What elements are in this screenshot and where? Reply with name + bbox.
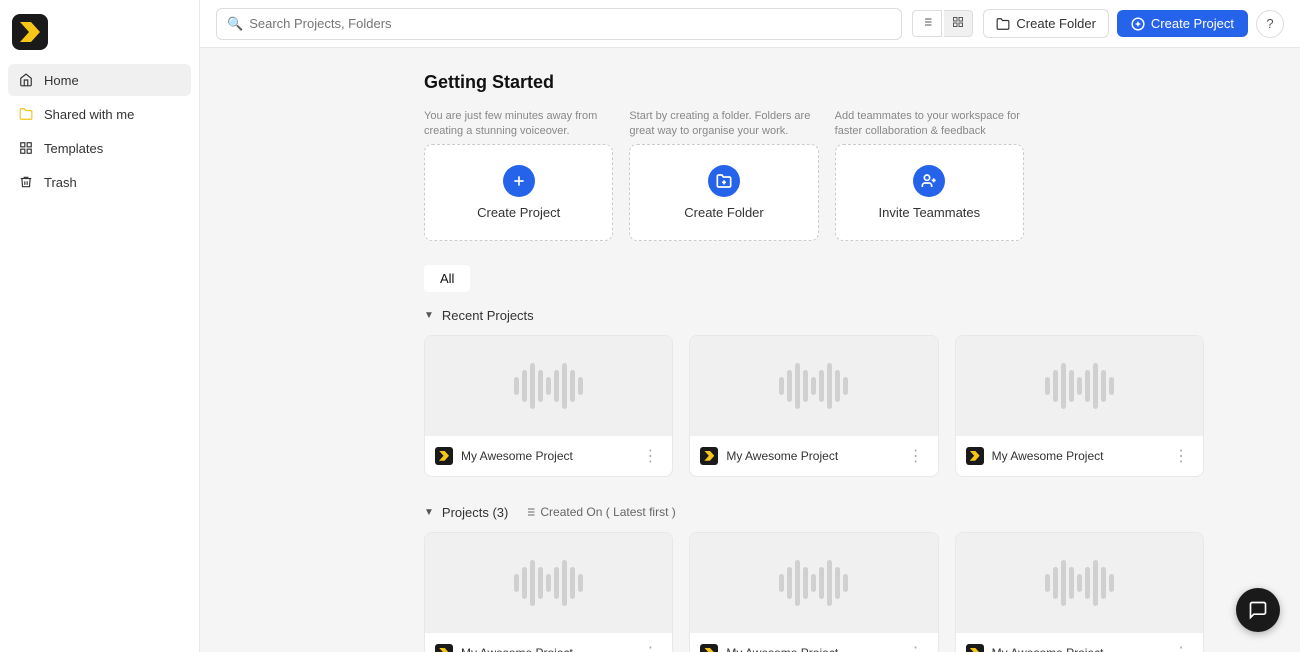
- chat-button[interactable]: [1236, 588, 1280, 632]
- create-project-button[interactable]: Create Project: [1117, 10, 1248, 37]
- recent-projects-label: Recent Projects: [442, 308, 534, 323]
- projects-section-label: Projects (3): [442, 505, 508, 520]
- table-row: My Awesome Project ⋮: [955, 335, 1204, 477]
- sidebar-item-home[interactable]: Home: [8, 64, 191, 96]
- gs-create-project-icon: [503, 165, 535, 197]
- project-name: My Awesome Project: [726, 449, 895, 463]
- waveform-icon: [514, 563, 583, 603]
- sidebar: Home Shared with me Templates Trash: [0, 0, 200, 652]
- tab-bar: All: [424, 265, 1276, 292]
- table-row: My Awesome Project ⋮: [689, 532, 938, 652]
- topbar-right: Create Folder Create Project ?: [983, 9, 1284, 38]
- project-logo: [966, 447, 984, 465]
- gs-desc-col-0: You are just few minutes away from creat…: [424, 109, 613, 140]
- gs-create-folder-card[interactable]: Create Folder: [629, 144, 818, 241]
- sidebar-item-templates[interactable]: Templates: [8, 132, 191, 164]
- projects-section-header: ▼ Projects (3) Created On ( Latest first…: [424, 505, 1276, 520]
- project-thumbnail: [956, 533, 1203, 633]
- project-name: My Awesome Project: [461, 646, 630, 652]
- recent-projects-section: ▼ Recent Projects: [424, 308, 1276, 477]
- project-more-button[interactable]: ⋮: [904, 444, 928, 468]
- templates-icon: [18, 140, 34, 156]
- project-more-button[interactable]: ⋮: [638, 444, 662, 468]
- sidebar-item-shared[interactable]: Shared with me: [8, 98, 191, 130]
- sort-button[interactable]: Created On ( Latest first ): [524, 505, 675, 519]
- project-logo: [700, 644, 718, 652]
- sidebar-item-shared-label: Shared with me: [44, 107, 134, 122]
- gs-desc-col-2: Add teammates to your workspace for fast…: [835, 109, 1024, 140]
- home-icon: [18, 72, 34, 88]
- gs-desc-col-1: Start by creating a folder. Folders are …: [629, 109, 818, 140]
- search-input[interactable]: [249, 16, 891, 31]
- sort-label: Created On ( Latest first ): [540, 505, 675, 519]
- gs-create-folder-icon: [708, 165, 740, 197]
- project-name: My Awesome Project: [992, 646, 1161, 652]
- shared-icon: [18, 106, 34, 122]
- waveform-icon: [1045, 366, 1114, 406]
- projects-grid: My Awesome Project ⋮: [424, 532, 1204, 652]
- sidebar-item-trash[interactable]: Trash: [8, 166, 191, 198]
- list-view-button[interactable]: [912, 10, 942, 37]
- waveform-icon: [779, 563, 848, 603]
- getting-started-title: Getting Started: [424, 72, 1276, 93]
- project-thumbnail: [425, 336, 672, 436]
- grid-view-button[interactable]: [944, 10, 973, 37]
- sidebar-item-templates-label: Templates: [44, 141, 103, 156]
- topbar: 🔍 Create Folder Create Project ?: [200, 0, 1300, 48]
- sidebar-item-trash-label: Trash: [44, 175, 77, 190]
- project-thumbnail: [690, 533, 937, 633]
- projects-chevron: ▼: [424, 507, 434, 518]
- gs-invite-label: Invite Teammates: [879, 205, 981, 220]
- app-logo: [12, 14, 48, 50]
- project-thumbnail: [690, 336, 937, 436]
- project-logo: [700, 447, 718, 465]
- waveform-icon: [514, 366, 583, 406]
- table-row: My Awesome Project ⋮: [424, 532, 673, 652]
- create-folder-button[interactable]: Create Folder: [983, 9, 1108, 38]
- project-name: My Awesome Project: [726, 646, 895, 652]
- sidebar-nav: Home Shared with me Templates Trash: [0, 64, 199, 198]
- project-name: My Awesome Project: [992, 449, 1161, 463]
- project-logo: [435, 447, 453, 465]
- recent-projects-grid: My Awesome Project ⋮: [424, 335, 1204, 477]
- table-row: My Awesome Project ⋮: [955, 532, 1204, 652]
- project-name: My Awesome Project: [461, 449, 630, 463]
- tab-all[interactable]: All: [424, 265, 470, 292]
- gs-create-project-label: Create Project: [477, 205, 560, 220]
- project-logo: [435, 644, 453, 652]
- recent-projects-header: ▼ Recent Projects: [424, 308, 1276, 323]
- gs-create-project-card[interactable]: Create Project: [424, 144, 613, 241]
- view-toggle: [912, 10, 973, 37]
- waveform-icon: [1045, 563, 1114, 603]
- help-button[interactable]: ?: [1256, 10, 1284, 38]
- main-content: Getting Started You are just few minutes…: [400, 48, 1300, 652]
- project-more-button[interactable]: ⋮: [638, 641, 662, 652]
- project-more-button[interactable]: ⋮: [1169, 444, 1193, 468]
- search-icon: 🔍: [227, 16, 243, 32]
- projects-section: ▼ Projects (3) Created On ( Latest first…: [424, 505, 1276, 652]
- sidebar-item-home-label: Home: [44, 73, 79, 88]
- trash-icon: [18, 174, 34, 190]
- project-more-button[interactable]: ⋮: [1169, 641, 1193, 652]
- project-thumbnail: [956, 336, 1203, 436]
- project-logo: [966, 644, 984, 652]
- search-wrap: 🔍: [216, 8, 902, 40]
- table-row: My Awesome Project ⋮: [424, 335, 673, 477]
- project-more-button[interactable]: ⋮: [904, 641, 928, 652]
- recent-projects-chevron: ▼: [424, 310, 434, 321]
- getting-started-section: Getting Started You are just few minutes…: [424, 72, 1276, 241]
- gs-invite-card[interactable]: Invite Teammates: [835, 144, 1024, 241]
- table-row: My Awesome Project ⋮: [689, 335, 938, 477]
- gs-invite-icon: [913, 165, 945, 197]
- project-thumbnail: [425, 533, 672, 633]
- waveform-icon: [779, 366, 848, 406]
- gs-create-folder-label: Create Folder: [684, 205, 763, 220]
